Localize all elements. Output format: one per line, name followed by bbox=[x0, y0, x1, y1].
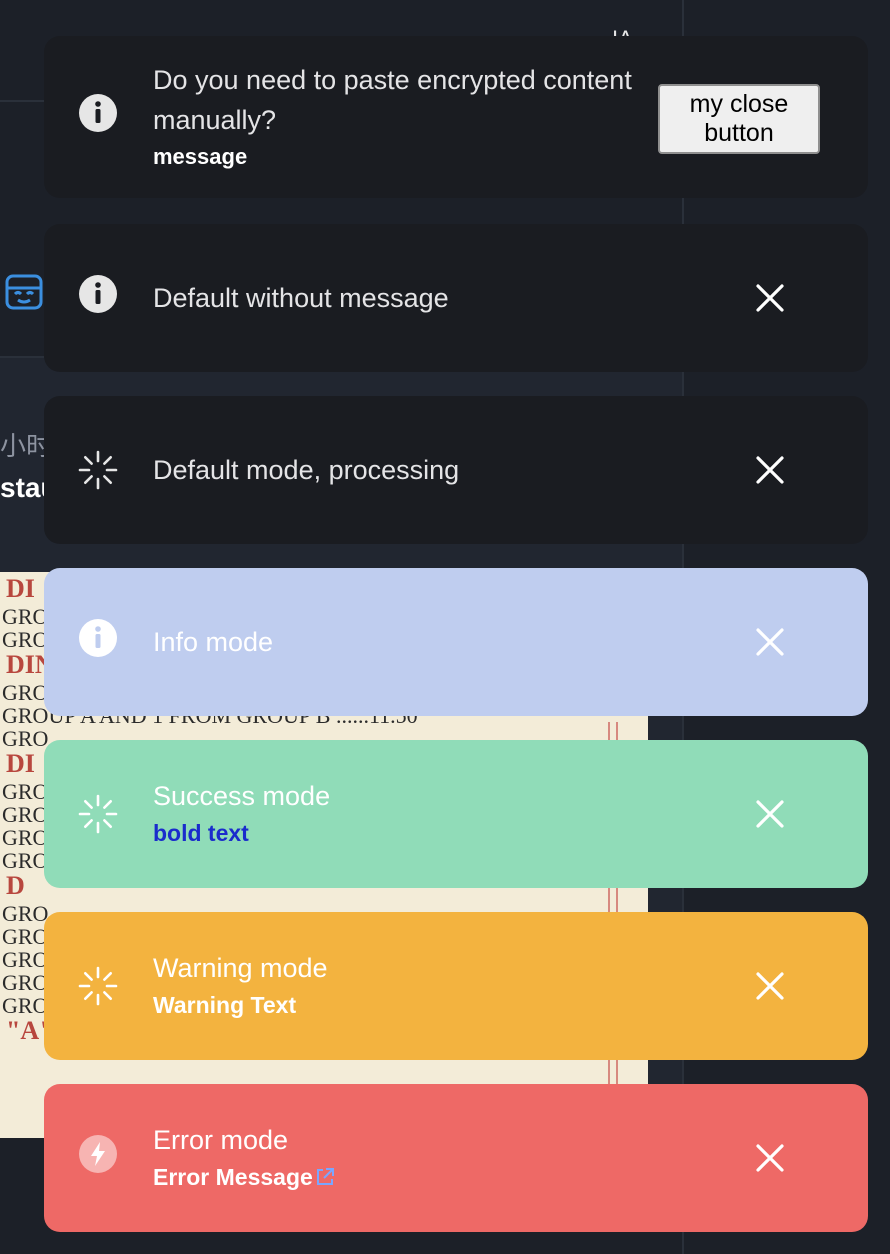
toast-content: Default mode, processing bbox=[153, 450, 718, 490]
toast-default: Default without message bbox=[44, 224, 868, 372]
spinner-icon bbox=[78, 966, 118, 1006]
toast-title: Error mode bbox=[153, 1125, 289, 1155]
toast-content: Do you need to paste encrypted content m… bbox=[153, 60, 638, 174]
menu-heading: DI bbox=[6, 749, 35, 778]
toast-content: Warning mode Warning Text bbox=[153, 948, 718, 1022]
toast-title: Do you need to paste encrypted content m… bbox=[153, 65, 632, 135]
toast-message-row: Error Message bbox=[153, 1160, 718, 1196]
toast-content: Error mode Error Message bbox=[153, 1120, 718, 1196]
toast-default-processing: Default mode, processing bbox=[44, 396, 868, 544]
spinner-icon bbox=[78, 450, 118, 490]
toast-default-custom-close: Do you need to paste encrypted content m… bbox=[44, 36, 868, 198]
toast-title: Warning mode bbox=[153, 953, 328, 983]
row-divider bbox=[0, 100, 44, 102]
toast-title: Default without message bbox=[153, 283, 449, 313]
toast-content: Default without message bbox=[153, 278, 718, 318]
toast-content: Success mode bold text bbox=[153, 776, 718, 850]
toast-warning: Warning mode Warning Text bbox=[44, 912, 868, 1060]
menu-heading: DI bbox=[6, 574, 35, 603]
close-icon[interactable] bbox=[742, 1130, 798, 1186]
close-icon[interactable] bbox=[742, 786, 798, 842]
close-icon[interactable] bbox=[742, 614, 798, 670]
toast-message: Warning Text bbox=[153, 992, 297, 1018]
toast-message: message bbox=[153, 144, 248, 169]
robot-face-icon[interactable] bbox=[4, 272, 44, 312]
info-icon bbox=[78, 618, 118, 658]
lightning-icon bbox=[78, 1134, 118, 1174]
close-icon[interactable] bbox=[742, 442, 798, 498]
toast-success: Success mode bold text bbox=[44, 740, 868, 888]
toast-title: Default mode, processing bbox=[153, 455, 460, 485]
toast-info: Info mode bbox=[44, 568, 868, 716]
menu-heading: D bbox=[6, 871, 25, 900]
info-icon bbox=[78, 93, 118, 133]
toast-error: Error mode Error Message bbox=[44, 1084, 868, 1232]
close-icon[interactable] bbox=[742, 958, 798, 1014]
toast-content: Info mode bbox=[153, 622, 718, 662]
toast-title: Info mode bbox=[153, 627, 274, 657]
custom-close-button[interactable]: my close button bbox=[658, 84, 820, 154]
info-icon bbox=[78, 274, 118, 314]
toast-message: bold text bbox=[153, 820, 249, 846]
spinner-icon bbox=[78, 794, 118, 834]
toast-title: Success mode bbox=[153, 781, 331, 811]
close-icon[interactable] bbox=[742, 270, 798, 326]
toast-message-link[interactable]: Error Message bbox=[153, 1164, 313, 1190]
external-link-icon bbox=[315, 1162, 335, 1196]
